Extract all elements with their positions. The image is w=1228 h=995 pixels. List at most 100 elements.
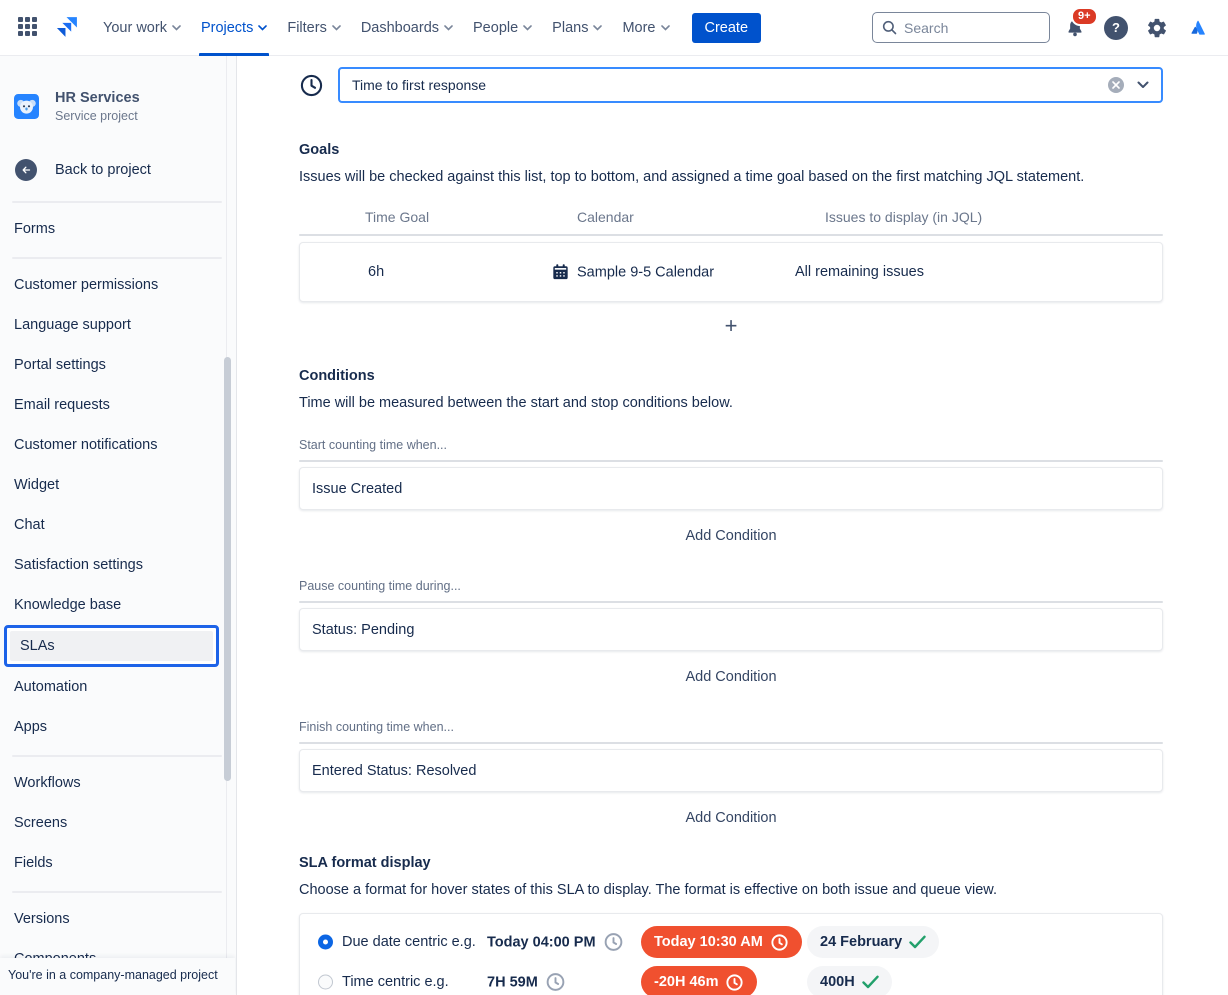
- radio-due-date-centric[interactable]: [318, 935, 333, 950]
- clear-icon[interactable]: [1108, 77, 1124, 93]
- sidebar-scrollbar[interactable]: [224, 357, 231, 781]
- question-mark-icon: ?: [1104, 16, 1128, 40]
- settings-button[interactable]: [1141, 12, 1173, 44]
- goals-title: Goals: [299, 142, 1163, 158]
- primary-nav: Your work Projects Filters Dashboards Pe…: [93, 0, 680, 56]
- notifications-badge: 9+: [1071, 7, 1098, 26]
- sidebar-item-satisfaction-settings[interactable]: Satisfaction settings: [0, 545, 236, 585]
- notifications-button[interactable]: 9+: [1059, 12, 1091, 44]
- back-arrow-icon: [15, 159, 37, 181]
- search-icon: [882, 20, 897, 35]
- search-input[interactable]: [904, 20, 1024, 36]
- time-centric-label: Time centric e.g.: [342, 974, 449, 990]
- sla-settings-main: Time to first response Goals Issues will…: [237, 56, 1228, 995]
- format-options-card: Due date centric e.g. Today 04:00 PM Tod…: [299, 913, 1163, 995]
- nav-people[interactable]: People: [463, 0, 542, 56]
- format-title: SLA format display: [299, 855, 1163, 871]
- column-calendar: Calendar: [577, 209, 634, 225]
- atlassian-logo-icon: [1188, 18, 1208, 38]
- add-goal-button[interactable]: +: [725, 315, 738, 337]
- goal-time: 6h: [368, 264, 384, 280]
- conditions-description: Time will be measured between the start …: [299, 395, 1163, 411]
- jira-logo-icon[interactable]: [54, 15, 79, 40]
- back-to-project[interactable]: Back to project: [0, 123, 236, 181]
- pause-condition-card[interactable]: Status: Pending: [299, 608, 1163, 651]
- nav-filters[interactable]: Filters: [277, 0, 350, 56]
- column-time-goal: Time Goal: [365, 209, 429, 225]
- goals-description: Issues will be checked against this list…: [299, 169, 1163, 185]
- nav-your-work[interactable]: Your work: [93, 0, 191, 56]
- calendar-icon: [551, 263, 570, 282]
- overdue-pill: Today 10:30 AM: [641, 926, 802, 958]
- sidebar-item-slas-highlight: SLAs: [4, 625, 219, 667]
- add-finish-condition-button[interactable]: Add Condition: [685, 810, 776, 826]
- sidebar-item-apps[interactable]: Apps: [0, 707, 236, 747]
- sidebar-item-portal-settings[interactable]: Portal settings: [0, 345, 236, 385]
- app-switcher-icon[interactable]: [18, 17, 40, 39]
- sidebar-divider: [12, 257, 222, 259]
- sidebar-item-slas[interactable]: SLAs: [10, 631, 213, 661]
- nav-more[interactable]: More: [612, 0, 679, 56]
- chevron-down-icon: [444, 25, 453, 31]
- condition-divider: [299, 601, 1163, 603]
- create-button[interactable]: Create: [692, 13, 762, 43]
- due-date-example: Today 04:00 PM: [487, 932, 624, 953]
- met-pill: 24 February: [807, 926, 939, 958]
- sidebar-item-language-support[interactable]: Language support: [0, 305, 236, 345]
- sidebar-item-forms[interactable]: Forms: [0, 209, 236, 249]
- search-box[interactable]: [872, 12, 1050, 43]
- sidebar-divider: [12, 891, 222, 893]
- sidebar-item-workflows[interactable]: Workflows: [0, 763, 236, 803]
- sidebar-item-knowledge-base[interactable]: Knowledge base: [0, 585, 236, 625]
- condition-divider: [299, 742, 1163, 744]
- sidebar-item-automation[interactable]: Automation: [0, 667, 236, 707]
- finish-condition-card[interactable]: Entered Status: Resolved: [299, 749, 1163, 792]
- sidebar-settings-list: Customer permissions Language support Po…: [0, 265, 236, 747]
- clock-icon: [545, 972, 566, 993]
- clock-icon: [603, 932, 624, 953]
- overdue-pill: -20H 46m: [641, 966, 757, 995]
- sidebar-item-fields[interactable]: Fields: [0, 843, 236, 883]
- project-type-footer: You're in a company-managed project: [0, 958, 235, 995]
- sidebar-divider: [12, 755, 222, 757]
- chevron-down-icon[interactable]: [1137, 81, 1149, 89]
- sidebar-item-email-requests[interactable]: Email requests: [0, 385, 236, 425]
- nav-projects[interactable]: Projects: [191, 0, 277, 56]
- goal-calendar: Sample 9-5 Calendar: [551, 263, 714, 282]
- sidebar-item-customer-permissions[interactable]: Customer permissions: [0, 265, 236, 305]
- sidebar-item-widget[interactable]: Widget: [0, 465, 236, 505]
- goals-table-header: Time Goal Calendar Issues to display (in…: [299, 209, 1163, 225]
- chevron-down-icon: [332, 25, 341, 31]
- goal-row[interactable]: 6h Sample 9-5 Calendar All remaining iss…: [299, 242, 1163, 302]
- sla-name-value: Time to first response: [352, 77, 486, 93]
- radio-time-centric[interactable]: [318, 975, 333, 990]
- project-avatar: [14, 94, 39, 119]
- nav-plans[interactable]: Plans: [542, 0, 612, 56]
- start-condition-card[interactable]: Issue Created: [299, 467, 1163, 510]
- chevron-down-icon: [172, 25, 181, 31]
- sidebar-item-screens[interactable]: Screens: [0, 803, 236, 843]
- format-option-due-date: Due date centric e.g. Today 04:00 PM Tod…: [318, 922, 1162, 962]
- chevron-down-icon: [523, 25, 532, 31]
- add-pause-condition-button[interactable]: Add Condition: [685, 669, 776, 685]
- gear-icon: [1146, 17, 1168, 39]
- clock-icon: [770, 933, 789, 952]
- sidebar-divider: [12, 201, 222, 203]
- sidebar-item-versions[interactable]: Versions: [0, 899, 236, 939]
- nav-dashboards[interactable]: Dashboards: [351, 0, 463, 56]
- project-name: HR Services: [55, 90, 140, 106]
- column-jql: Issues to display (in JQL): [825, 209, 982, 225]
- finish-condition-label: Finish counting time when...: [299, 720, 1163, 734]
- sidebar-item-chat[interactable]: Chat: [0, 505, 236, 545]
- atlassian-switcher-button[interactable]: [1182, 12, 1214, 44]
- chevron-down-icon: [593, 25, 602, 31]
- goal-jql: All remaining issues: [795, 264, 924, 280]
- sla-name-select[interactable]: Time to first response: [338, 67, 1163, 103]
- back-to-project-label: Back to project: [55, 162, 151, 178]
- pause-condition-label: Pause counting time during...: [299, 579, 1163, 593]
- top-navigation: Your work Projects Filters Dashboards Pe…: [0, 0, 1228, 56]
- check-icon: [909, 935, 926, 949]
- add-start-condition-button[interactable]: Add Condition: [685, 528, 776, 544]
- sidebar-item-customer-notifications[interactable]: Customer notifications: [0, 425, 236, 465]
- help-button[interactable]: ?: [1100, 12, 1132, 44]
